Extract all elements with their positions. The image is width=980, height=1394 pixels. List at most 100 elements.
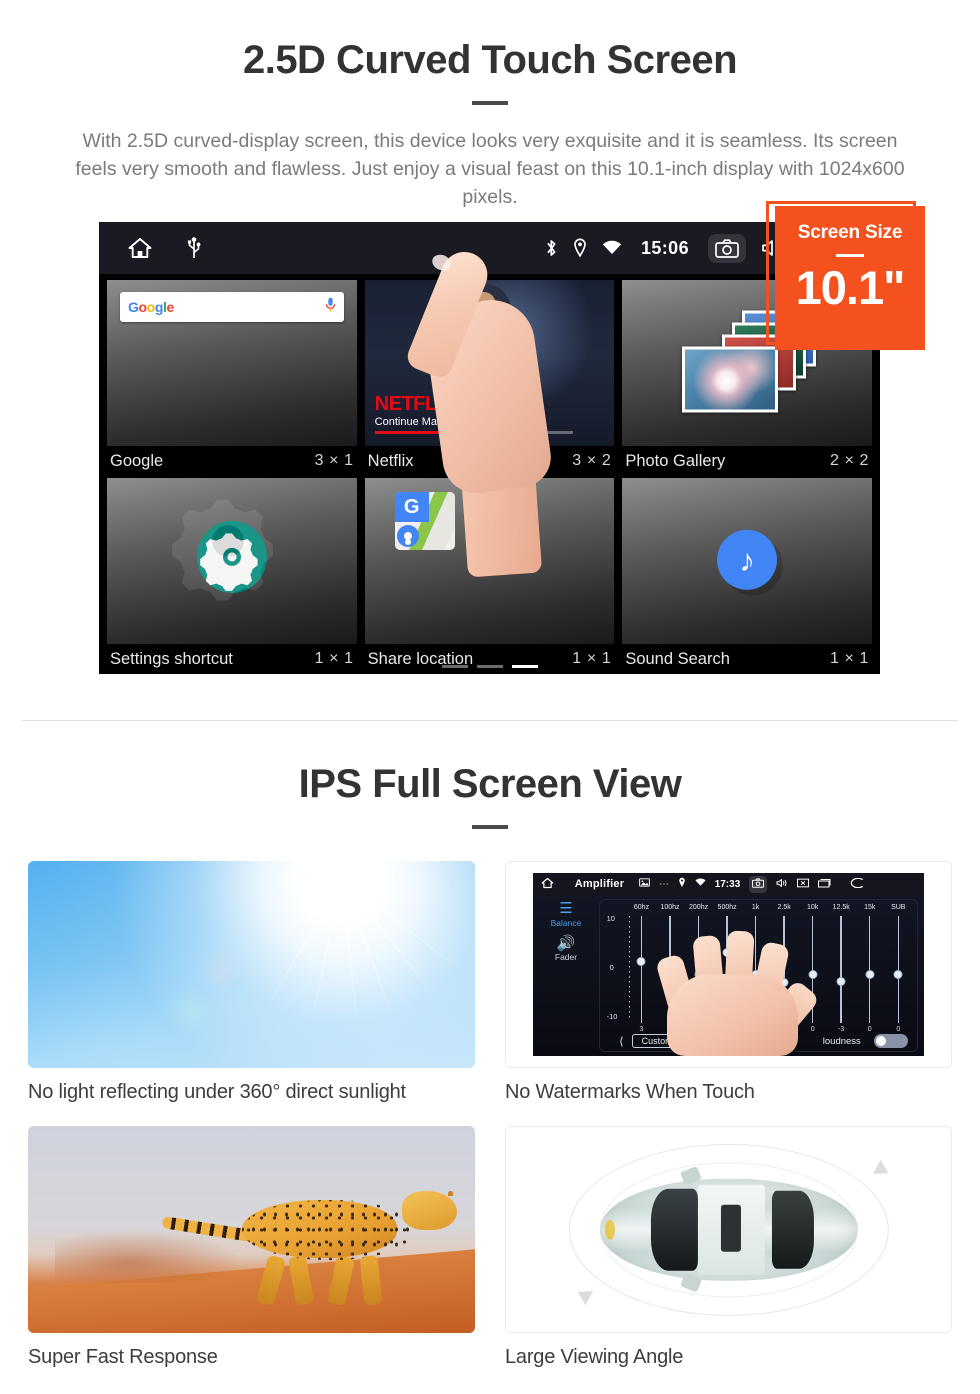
slider-knob[interactable] <box>665 976 675 986</box>
equalizer-band-labels: 60hz 100hz 200hz 500hz 1k 2.5k 10k 12.5k… <box>629 904 911 911</box>
image-icon[interactable] <box>639 878 651 890</box>
page-dot-3-active[interactable] <box>511 665 538 668</box>
page-dot-2[interactable] <box>476 665 503 668</box>
section-curved-touch-screen: 2.5D Curved Touch Screen With 2.5D curve… <box>0 0 980 720</box>
microphone-icon[interactable] <box>325 297 336 317</box>
slider-knob[interactable] <box>836 976 846 986</box>
eq-slider[interactable] <box>686 916 711 1023</box>
widget-name: Photo Gallery <box>625 451 726 470</box>
amplifier-time: 17:33 <box>714 878 741 890</box>
eq-slider[interactable] <box>800 916 825 1023</box>
camera-icon[interactable] <box>708 233 746 263</box>
feature-card-no-watermarks: Amplifier ⋯ 17:33 ☰ Balance 🔊 Fader 60hz… <box>505 861 952 1104</box>
feature-card-fast-response: Super Fast Response <box>28 1126 475 1369</box>
home-icon[interactable] <box>127 236 153 260</box>
eq-slider[interactable] <box>743 916 768 1023</box>
netflix-artwork: NETFLIX Continue Marvel's Daredevil <box>364 280 615 446</box>
slider-knob[interactable] <box>779 978 789 987</box>
slider-track <box>840 916 842 1023</box>
car-windshield-rear <box>772 1190 814 1269</box>
rotation-arrow-right <box>872 1159 892 1180</box>
cheetah-figure <box>161 1184 458 1306</box>
slider-knob[interactable] <box>636 956 646 966</box>
slider-knob[interactable] <box>893 969 903 979</box>
widget-cell-sound-search[interactable]: ♪ Sound Search 1 × 1 <box>622 478 872 674</box>
slider-knob[interactable] <box>694 969 704 979</box>
sliders-icon[interactable]: ☰ <box>533 901 600 917</box>
widget-name: Google <box>110 451 164 470</box>
widget-cell-settings-shortcut[interactable]: Settings shortcut 1 × 1 <box>107 478 357 674</box>
badge-value: 10.1" <box>795 261 906 314</box>
loudness-label: loudness <box>822 1035 861 1047</box>
eq-slider[interactable] <box>886 916 911 1023</box>
map-person-pin <box>396 525 419 547</box>
widget-cell-netflix[interactable]: NETFLIX Continue Marvel's Daredevil Netf… <box>364 280 615 476</box>
band-label: 1k <box>751 904 760 912</box>
settings-shortcut-widget[interactable] <box>107 478 357 644</box>
amplifier-status-bar: Amplifier ⋯ 17:33 <box>532 873 925 896</box>
prev-arrow-icon[interactable]: ⟨ <box>619 1035 623 1048</box>
widget-cell-share-location[interactable]: G Share location 1 × 1 <box>364 478 615 674</box>
card-caption: Large Viewing Angle <box>505 1346 684 1368</box>
wifi-icon <box>695 878 706 890</box>
loudness-toggle[interactable] <box>873 1034 908 1049</box>
balance-label[interactable]: Balance <box>533 918 600 928</box>
page-indicator[interactable] <box>441 665 538 668</box>
eq-slider[interactable] <box>771 916 796 1023</box>
band-value: 0 <box>753 1025 758 1033</box>
page-dot-1[interactable] <box>441 665 468 668</box>
band-value: 0 <box>696 1025 701 1033</box>
widget-cell-google[interactable]: Google Google 3 × 1 <box>107 280 357 476</box>
google-maps-icon[interactable]: G <box>394 492 455 550</box>
eq-slider[interactable] <box>714 916 739 1023</box>
fader-label[interactable]: Fader <box>533 952 600 962</box>
status-bar-left-group <box>99 236 201 260</box>
netflix-widget[interactable]: NETFLIX Continue Marvel's Daredevil <box>364 280 615 446</box>
close-box-icon[interactable] <box>797 878 810 891</box>
product-feature-page: 2.5D Curved Touch Screen With 2.5D curve… <box>0 0 980 1394</box>
more-icon[interactable]: ⋯ <box>659 879 669 890</box>
slider-knob[interactable] <box>722 948 732 958</box>
equalizer-footer: ⟨ Custom loudness <box>619 1033 908 1050</box>
card-image-frame <box>505 1126 952 1333</box>
netflix-brand: NETFLIX <box>374 393 455 415</box>
camera-icon[interactable] <box>749 875 768 893</box>
slider-track <box>669 916 671 1023</box>
section1-title-rule <box>472 101 508 105</box>
speaker-icon[interactable]: 🔊 <box>533 936 600 952</box>
cheetah-ear <box>447 1190 453 1196</box>
slider-knob[interactable] <box>751 969 761 979</box>
wifi-icon <box>602 240 622 256</box>
car-top-view-diagram <box>506 1127 951 1332</box>
recents-window-icon[interactable] <box>818 878 831 891</box>
section1-title: 2.5D Curved Touch Screen <box>242 38 738 82</box>
google-search-widget[interactable]: Google <box>107 280 357 446</box>
google-search-box[interactable]: Google <box>120 292 344 322</box>
slider-knob[interactable] <box>865 969 875 979</box>
band-value: 0 <box>810 1025 815 1033</box>
widget-size: 2 × 2 <box>829 452 869 469</box>
eq-slider[interactable] <box>857 916 882 1023</box>
badge-rule <box>836 254 864 257</box>
play-icon[interactable] <box>467 338 512 383</box>
home-icon[interactable] <box>541 877 554 892</box>
share-location-widget[interactable]: G <box>364 478 615 644</box>
badge-title: Screen Size <box>797 222 903 243</box>
eq-slider[interactable] <box>657 916 682 1023</box>
back-icon[interactable] <box>848 877 864 891</box>
speaker-icon[interactable] <box>776 878 788 891</box>
widget-size: 3 × 1 <box>314 452 354 469</box>
sun-ray <box>309 877 343 1025</box>
preset-button[interactable]: Custom <box>631 1034 683 1049</box>
device-screen: 15:06 Google Google 3 × 1 NETFLIX Contin… <box>99 222 880 674</box>
eq-slider[interactable] <box>829 916 854 1023</box>
eq-slider[interactable] <box>629 916 654 1023</box>
band-value: 0 <box>725 1025 730 1033</box>
section-ips-full-screen-view: IPS Full Screen View No light reflecting… <box>0 720 980 1369</box>
sunlight-sky-photo <box>28 861 475 1068</box>
sound-search-widget[interactable]: ♪ <box>622 478 872 644</box>
slider-knob[interactable] <box>808 969 818 979</box>
music-note-icon[interactable]: ♪ <box>717 529 778 590</box>
band-label: 200hz <box>689 904 709 912</box>
card-caption: No light reflecting under 360° direct su… <box>28 1081 406 1103</box>
